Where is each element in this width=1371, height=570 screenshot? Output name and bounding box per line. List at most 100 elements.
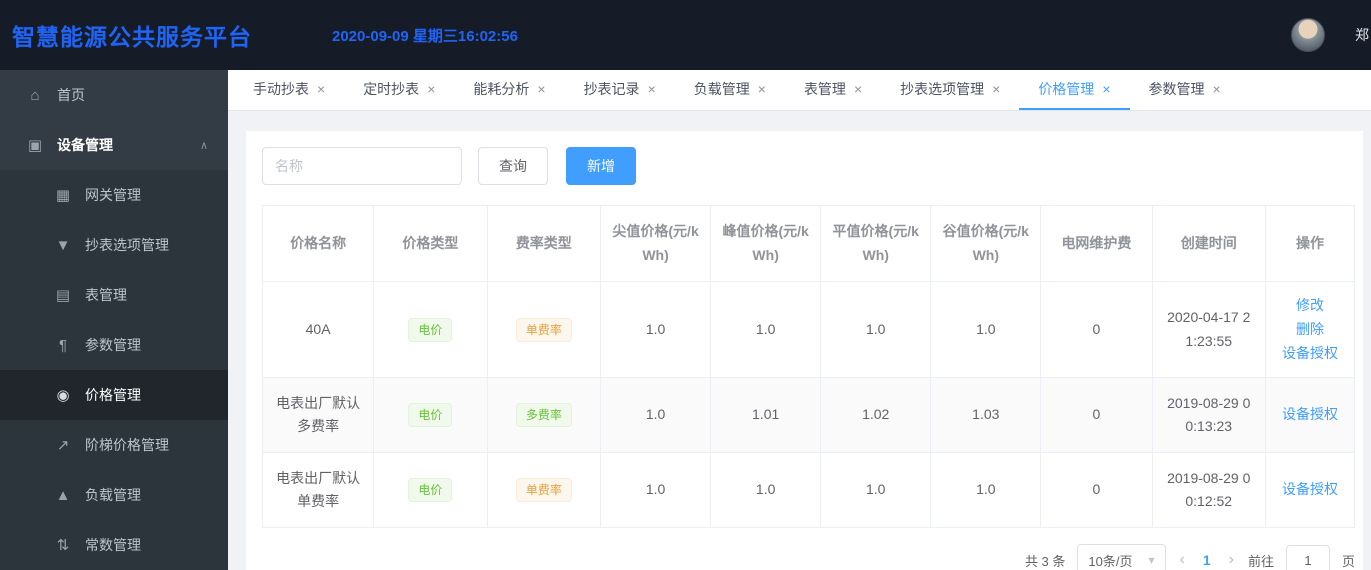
table-row: 电表出厂默认单费率 电价 单费率 1.0 1.0 1.0 1.0 0 2019-08-29 00… — [261, 452, 1356, 529]
close-icon[interactable]: × — [758, 81, 766, 97]
cell-grid-fee: 0 — [1040, 377, 1153, 454]
search-input[interactable] — [262, 147, 462, 185]
tab-parameter-management[interactable]: 参数管理 × — [1130, 70, 1240, 110]
sidebar-item-tiered-price-management[interactable]: ↗ 阶梯价格管理 — [0, 420, 228, 470]
tab-meter-management[interactable]: 表管理 × — [785, 70, 881, 110]
content-area: 查询 新增 价格名称价格类型费率类型尖值价格(元/kWh)峰值价格(元/kWh)… — [228, 111, 1371, 570]
close-icon[interactable]: × — [317, 81, 325, 97]
sidebar-item-parameter-management[interactable]: ¶ 参数管理 — [0, 320, 228, 370]
type-tag: 多费率 — [515, 403, 572, 428]
cell-peak-price: 1.0 — [710, 280, 822, 379]
sidebar-item-price-management[interactable]: ◉ 价格管理 — [0, 370, 228, 420]
column-header: 尖值价格(元/kWh) — [600, 205, 712, 282]
sidebar-item-label: 表管理 — [85, 287, 127, 303]
sidebar-item-load-management[interactable]: ▲ 负载管理 — [0, 470, 228, 520]
home-icon: ⌂ — [30, 86, 40, 104]
cell-peak-price: 1.01 — [710, 377, 822, 454]
cell-flat-price: 1.0 — [820, 452, 932, 529]
header-user-area: 郑 — [1291, 18, 1371, 52]
close-icon[interactable]: × — [854, 81, 862, 97]
query-button[interactable]: 查询 — [478, 147, 548, 185]
sidebar-item-meter-reading-options[interactable]: ▼ 抄表选项管理 — [0, 220, 228, 270]
tab-label: 价格管理 — [1038, 81, 1095, 97]
action-edit[interactable]: 修改 — [1296, 294, 1324, 318]
close-icon[interactable]: × — [537, 81, 545, 97]
action-device-auth[interactable]: 设备授权 — [1282, 403, 1338, 427]
cell-price-type: 电价 — [373, 280, 488, 379]
current-page[interactable]: 1 — [1199, 552, 1215, 568]
cell-grid-fee: 0 — [1040, 280, 1153, 379]
pilcrow-icon: ¶ — [58, 336, 68, 354]
column-header: 费率类型 — [486, 205, 602, 282]
cell-grid-fee: 0 — [1040, 452, 1153, 529]
tab-label: 负载管理 — [693, 81, 750, 97]
sidebar: ⌂ 首页 ▣ 设备管理 ∧ ▦ 网关管理 ▼ 抄表选项管理 ▤ 表管理 ¶ 参数管理 ◉ 价格管理 ↗ 阶梯价格… — [0, 70, 228, 570]
tab-reading-options-management[interactable]: 抄表选项管理 × — [881, 70, 1019, 110]
cell-price-name: 电表出厂默认单费率 — [261, 452, 375, 529]
cell-flat-price: 1.0 — [820, 280, 932, 379]
cell-valley-price: 1.03 — [930, 377, 1042, 454]
tab-label: 参数管理 — [1148, 81, 1205, 97]
goto-label: 前往 — [1247, 553, 1274, 569]
money-icon: ◉ — [56, 387, 70, 404]
column-header: 价格类型 — [373, 205, 488, 282]
chevron-up-icon: ∧ — [199, 139, 208, 152]
page-unit: 页 — [1341, 553, 1355, 569]
tab-bar: 手动抄表 × 定时抄表 × 能耗分析 × 抄表记录 × 负载管理 × 表管理 × 抄表选项管理 × 价格管理… — [228, 70, 1371, 111]
type-tag: 单费率 — [515, 478, 572, 503]
table-body: 40A 电价 单费率 1.0 1.0 1.0 1.0 0 2020-04-17 21:23:55… — [261, 280, 1356, 529]
tab-scheduled-reading[interactable]: 定时抄表 × — [344, 70, 454, 110]
sidebar-item-constant-management[interactable]: ⇅ 常数管理 — [0, 520, 228, 570]
cell-actions: 修改删除设备授权 — [1264, 280, 1356, 379]
chevron-down-icon: ▾ — [1148, 553, 1155, 568]
tab-price-management[interactable]: 价格管理 × — [1019, 70, 1130, 110]
cell-actions: 设备授权 — [1264, 452, 1356, 529]
close-icon[interactable]: × — [1102, 81, 1110, 97]
table-header-row: 价格名称 价格类型 费率类型 尖值价格(元/kWh) 峰值价格(元/kWh) 平值价格(元… — [261, 205, 1356, 282]
app-header: 智慧能源公共服务平台 2020-09-09 星期三16:02:56 郑 — [0, 0, 1371, 70]
column-header: 创建时间 — [1151, 205, 1266, 282]
sidebar-item-label: 网关管理 — [85, 187, 141, 203]
sidebar-item-gateway-management[interactable]: ▦ 网关管理 — [0, 170, 228, 220]
toolbar: 查询 新增 — [262, 147, 1355, 185]
add-button[interactable]: 新增 — [566, 147, 636, 185]
action-delete[interactable]: 删除 — [1296, 318, 1324, 342]
cell-valley-price: 1.0 — [930, 452, 1042, 529]
tab-energy-analysis[interactable]: 能耗分析 × — [454, 70, 564, 110]
tab-manual-reading[interactable]: 手动抄表 × — [234, 70, 344, 110]
cell-peak-price: 1.0 — [710, 452, 822, 529]
cell-sharp-price: 1.0 — [600, 452, 712, 529]
sidebar-item-device-management[interactable]: ▣ 设备管理 ∧ — [0, 120, 228, 170]
sidebar-item-label: 参数管理 — [85, 337, 141, 353]
page-size-select[interactable]: 10条/页 ▾ — [1077, 544, 1166, 570]
pagination-total: 共 3 条 — [1024, 553, 1066, 569]
sidebar-item-label: 常数管理 — [85, 537, 141, 553]
table-row: 电表出厂默认多费率 电价 多费率 1.0 1.01 1.02 1.03 0 2019-08-29… — [261, 377, 1356, 454]
tab-reading-records[interactable]: 抄表记录 × — [565, 70, 675, 110]
sidebar-item-label: 阶梯价格管理 — [85, 437, 169, 453]
type-tag: 电价 — [408, 478, 453, 503]
type-tag: 电价 — [408, 403, 453, 428]
action-device-auth[interactable]: 设备授权 — [1282, 478, 1338, 502]
tab-label: 抄表选项管理 — [900, 81, 985, 97]
close-icon[interactable]: × — [648, 81, 656, 97]
sidebar-item-label: 首页 — [57, 87, 85, 103]
cell-price-name: 电表出厂默认多费率 — [261, 377, 375, 454]
column-header: 操作 — [1264, 205, 1356, 282]
close-icon[interactable]: × — [992, 81, 1000, 97]
pagination: 共 3 条 10条/页 ▾ ‹ 1 › 前往 页 — [262, 528, 1355, 570]
goto-page-input[interactable] — [1285, 544, 1330, 570]
prev-page-button[interactable]: ‹ — [1178, 551, 1187, 569]
sidebar-item-home[interactable]: ⌂ 首页 — [0, 70, 228, 120]
sidebar-item-meter-management[interactable]: ▤ 表管理 — [0, 270, 228, 320]
action-device-auth[interactable]: 设备授权 — [1282, 342, 1338, 366]
sidebar-menu: ⌂ 首页 ▣ 设备管理 ∧ ▦ 网关管理 ▼ 抄表选项管理 ▤ 表管理 ¶ 参数管理 ◉ 价格管理 ↗ 阶梯价格… — [0, 70, 228, 570]
close-icon[interactable]: × — [1213, 81, 1221, 97]
cell-sharp-price: 1.0 — [600, 280, 712, 379]
avatar[interactable] — [1291, 18, 1325, 52]
tab-label: 抄表记录 — [583, 81, 640, 97]
tab-load-management[interactable]: 负载管理 × — [675, 70, 785, 110]
column-header: 电网维护费 — [1040, 205, 1153, 282]
next-page-button[interactable]: › — [1227, 551, 1236, 569]
close-icon[interactable]: × — [427, 81, 435, 97]
